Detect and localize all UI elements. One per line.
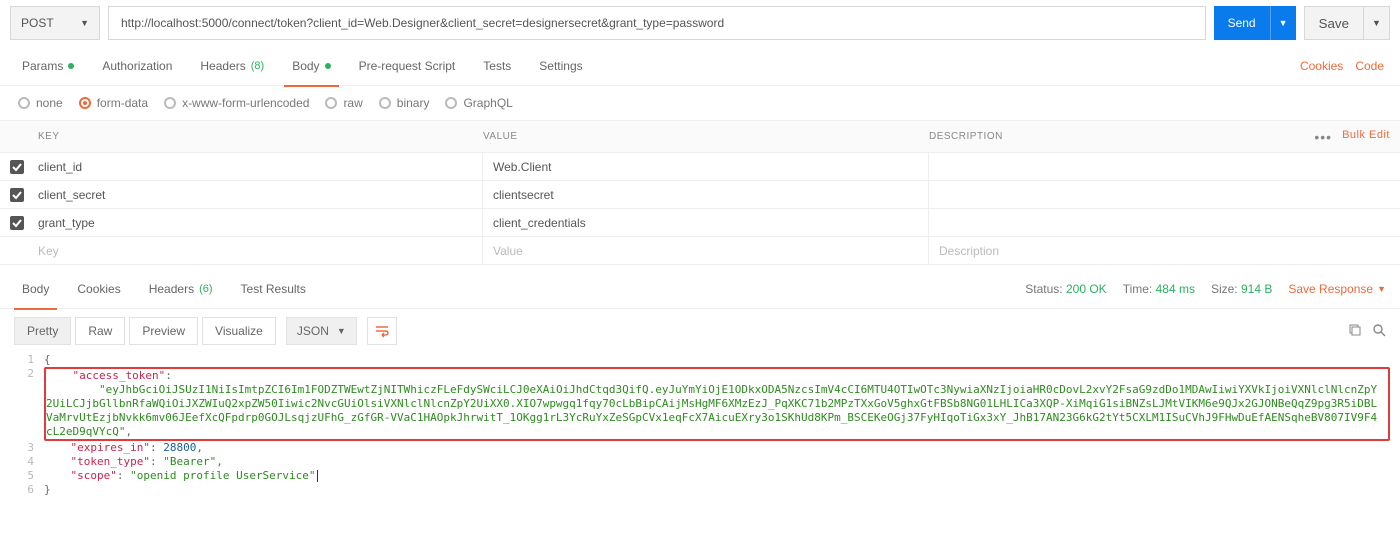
body-type-none[interactable]: none [18, 96, 63, 110]
url-input[interactable] [108, 6, 1206, 40]
copy-icon[interactable] [1348, 323, 1362, 340]
save-response-button[interactable]: Save Response ▼ [1288, 282, 1386, 296]
tab-authorization[interactable]: Authorization [88, 46, 186, 86]
wrap-lines-button[interactable] [367, 317, 397, 345]
radio-icon [164, 97, 176, 109]
resp-tab-headers[interactable]: Headers (6) [135, 269, 227, 309]
tab-settings[interactable]: Settings [525, 46, 596, 86]
chevron-down-icon: ▼ [1372, 18, 1381, 28]
radio-icon [18, 97, 30, 109]
save-button[interactable]: Save [1304, 6, 1364, 40]
body-type-formdata[interactable]: form-data [79, 96, 148, 110]
viewer-preview[interactable]: Preview [129, 317, 198, 345]
text-cursor-icon [317, 470, 318, 482]
status-dot-icon [325, 63, 331, 69]
radio-icon [445, 97, 457, 109]
kvd-header: KEY VALUE DESCRIPTION ••• Bulk Edit [0, 121, 1400, 153]
body-type-urlencoded[interactable]: x-www-form-urlencoded [164, 96, 309, 110]
json-response-view[interactable]: 1{ 2 "access_token": "eyJhbGciOiJSUzI1Ni… [0, 353, 1400, 507]
radio-icon [379, 97, 391, 109]
send-dropdown[interactable]: ▼ [1270, 6, 1296, 40]
more-icon[interactable]: ••• [1314, 129, 1332, 145]
chevron-down-icon: ▼ [337, 326, 346, 336]
table-row[interactable]: grant_type client_credentials [0, 209, 1400, 237]
table-row[interactable]: client_secret clientsecret [0, 181, 1400, 209]
http-method-value: POST [21, 16, 54, 30]
highlighted-token: "access_token": "eyJhbGciOiJSUzI1NiIsImt… [44, 367, 1390, 441]
viewer-format-select[interactable]: JSON ▼ [286, 317, 357, 345]
size-label: Size: 914 B [1211, 282, 1272, 296]
code-link[interactable]: Code [1355, 59, 1384, 73]
radio-icon [79, 97, 91, 109]
chevron-down-icon: ▼ [80, 18, 89, 28]
viewer-visualize[interactable]: Visualize [202, 317, 276, 345]
status-dot-icon [68, 63, 74, 69]
body-type-binary[interactable]: binary [379, 96, 430, 110]
cookies-link[interactable]: Cookies [1300, 59, 1343, 73]
checkbox-icon[interactable] [10, 188, 24, 202]
resp-tab-cookies[interactable]: Cookies [63, 269, 134, 309]
tab-tests[interactable]: Tests [469, 46, 525, 86]
chevron-down-icon: ▼ [1279, 18, 1288, 28]
viewer-pretty[interactable]: Pretty [14, 317, 71, 345]
status-label: Status: 200 OK [1025, 282, 1106, 296]
tab-prerequest[interactable]: Pre-request Script [345, 46, 470, 86]
tab-params[interactable]: Params [8, 46, 88, 86]
checkbox-icon[interactable] [10, 160, 24, 174]
chevron-down-icon: ▼ [1377, 284, 1386, 294]
bulk-edit-link[interactable]: Bulk Edit [1342, 129, 1390, 145]
tab-headers[interactable]: Headers (8) [186, 46, 278, 86]
send-button[interactable]: Send [1214, 6, 1270, 40]
radio-icon [325, 97, 337, 109]
body-type-raw[interactable]: raw [325, 96, 362, 110]
viewer-raw[interactable]: Raw [75, 317, 125, 345]
tab-body[interactable]: Body [278, 46, 344, 86]
table-row[interactable]: client_id Web.Client [0, 153, 1400, 181]
resp-tab-testresults[interactable]: Test Results [227, 269, 320, 309]
search-icon[interactable] [1372, 323, 1386, 340]
checkbox-icon[interactable] [10, 216, 24, 230]
table-row-new[interactable]: Key Value Description [0, 237, 1400, 265]
save-dropdown[interactable]: ▼ [1364, 6, 1390, 40]
resp-tab-body[interactable]: Body [8, 269, 63, 309]
time-label: Time: 484 ms [1123, 282, 1195, 296]
body-type-graphql[interactable]: GraphQL [445, 96, 512, 110]
http-method-select[interactable]: POST ▼ [10, 6, 100, 40]
